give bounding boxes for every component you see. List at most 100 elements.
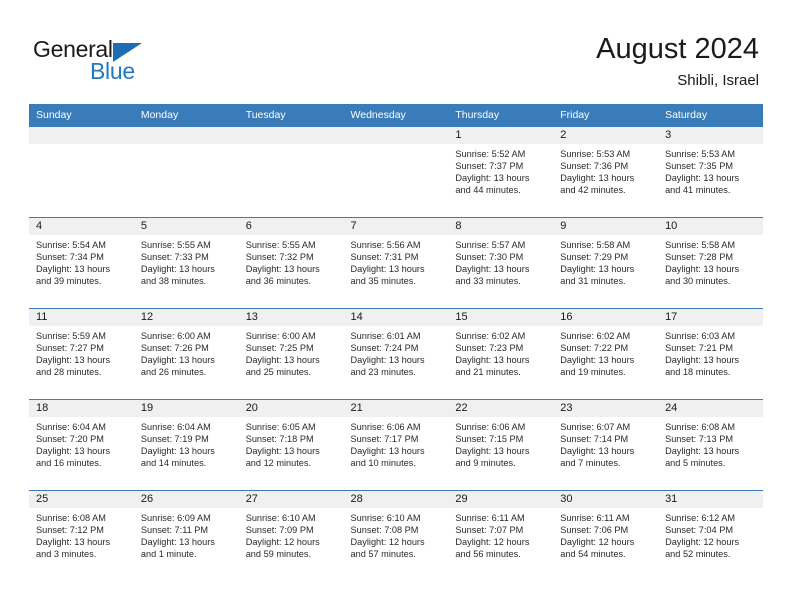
sunrise-text: Sunrise: 6:11 AM (560, 513, 630, 523)
calendar-day-cell[interactable]: 27 Sunrise: 6:10 AM Sunset: 7:09 PM Dayligh… (238, 490, 344, 581)
day-details: Sunrise: 6:09 AM Sunset: 7:11 PM Daylight:… (134, 508, 239, 560)
day-details: Sunrise: 6:04 AM Sunset: 7:19 PM Daylight:… (134, 417, 239, 469)
sunrise-text: Sunrise: 6:10 AM (350, 513, 421, 523)
sunset-text: Sunset: 7:23 PM (455, 343, 524, 354)
day-number: 17 (658, 309, 763, 326)
daylight-text-line1: Daylight: 13 hours (36, 264, 111, 275)
calendar-day-cell[interactable]: 10 Sunrise: 5:58 AM Sunset: 7:28 PM Dayligh… (658, 217, 763, 309)
sunset-text: Sunset: 7:34 PM (36, 252, 104, 263)
general-blue-logo[interactable]: General Blue (33, 36, 213, 86)
sunrise-text: Sunrise: 6:11 AM (455, 513, 525, 523)
calendar-day-cell[interactable]: 25 Sunrise: 6:08 AM Sunset: 7:12 PM Dayligh… (29, 490, 134, 581)
sunrise-text: Sunrise: 5:53 AM (560, 149, 631, 159)
daylight-text-line1: Daylight: 13 hours (140, 264, 215, 275)
calendar-day-cell[interactable]: 16 Sunrise: 6:02 AM Sunset: 7:22 PM Dayligh… (553, 308, 659, 400)
sunrise-text: Sunrise: 5:53 AM (665, 149, 736, 159)
daylight-text-line2: and 25 minutes. (245, 367, 312, 378)
daylight-text-line1: Daylight: 13 hours (350, 264, 425, 275)
sunset-text: Sunset: 7:35 PM (665, 161, 733, 172)
sunset-text: Sunset: 7:12 PM (36, 525, 104, 536)
daylight-text-line2: and 3 minutes. (36, 549, 97, 560)
day-number: 13 (238, 309, 344, 326)
sunrise-text: Sunrise: 6:01 AM (350, 331, 421, 341)
daylight-text-line1: Daylight: 13 hours (245, 355, 320, 366)
daylight-text-line2: and 54 minutes. (560, 549, 626, 560)
calendar-header-row: Sunday Monday Tuesday Wednesday Thursday… (29, 104, 763, 127)
calendar-day-cell[interactable]: 6 Sunrise: 5:55 AM Sunset: 7:32 PM Daylight… (238, 217, 344, 309)
sunrise-text: Sunrise: 5:55 AM (245, 240, 316, 250)
day-details: Sunrise: 6:12 AM Sunset: 7:04 PM Daylight:… (658, 508, 763, 560)
calendar-day-cell[interactable]: 5 Sunrise: 5:55 AM Sunset: 7:33 PM Daylight… (133, 217, 239, 309)
day-details: Sunrise: 6:00 AM Sunset: 7:25 PM Daylight:… (239, 326, 344, 378)
daylight-text-line1: Daylight: 12 hours (560, 537, 635, 548)
day-details: Sunrise: 6:07 AM Sunset: 7:14 PM Daylight:… (553, 417, 658, 469)
calendar-day-cell[interactable]: 12 Sunrise: 6:00 AM Sunset: 7:26 PM Dayligh… (133, 308, 239, 400)
calendar-day-cell[interactable]: 7 Sunrise: 5:56 AM Sunset: 7:31 PM Daylight… (343, 217, 449, 309)
sunrise-text: Sunrise: 5:56 AM (350, 240, 421, 250)
calendar-day-cell[interactable]: 4 Sunrise: 5:54 AM Sunset: 7:34 PM Daylight… (29, 217, 134, 309)
calendar-day-cell[interactable]: 30 Sunrise: 6:11 AM Sunset: 7:06 PM Dayligh… (553, 490, 659, 581)
daylight-text-line2: and 44 minutes. (455, 185, 521, 196)
day-details: Sunrise: 5:55 AM Sunset: 7:32 PM Daylight:… (239, 235, 344, 287)
calendar-day-cell[interactable]: 8 Sunrise: 5:57 AM Sunset: 7:30 PM Daylight… (448, 217, 554, 309)
calendar-day-cell[interactable]: 2 Sunrise: 5:53 AM Sunset: 7:36 PM Daylight… (553, 126, 659, 218)
sunset-text: Sunset: 7:29 PM (560, 252, 629, 263)
sunrise-text: Sunrise: 5:58 AM (665, 240, 736, 250)
weekday-header-saturday: Saturday (658, 104, 763, 127)
calendar-day-cell[interactable]: 9 Sunrise: 5:58 AM Sunset: 7:29 PM Daylight… (553, 217, 659, 309)
calendar-day-cell[interactable]: 21 Sunrise: 6:06 AM Sunset: 7:17 PM Dayligh… (343, 399, 449, 491)
calendar-day-cell[interactable]: 31 Sunrise: 6:12 AM Sunset: 7:04 PM Dayligh… (658, 490, 763, 581)
sunset-text: Sunset: 7:25 PM (245, 343, 314, 354)
day-number: 1 (448, 127, 554, 144)
calendar-day-cell[interactable]: 28 Sunrise: 6:10 AM Sunset: 7:08 PM Dayligh… (343, 490, 449, 581)
sunset-text: Sunset: 7:18 PM (245, 434, 314, 445)
day-number: 3 (658, 127, 763, 144)
day-details: Sunrise: 6:11 AM Sunset: 7:06 PM Daylight:… (553, 508, 658, 560)
daylight-text-line1: Daylight: 12 hours (665, 537, 740, 548)
daylight-text-line2: and 26 minutes. (140, 367, 207, 378)
sunset-text: Sunset: 7:13 PM (665, 434, 733, 445)
daylight-text-line1: Daylight: 12 hours (455, 537, 530, 548)
daylight-text-line2: and 1 minute. (140, 549, 197, 560)
calendar-day-cell[interactable]: 18 Sunrise: 6:04 AM Sunset: 7:20 PM Dayligh… (29, 399, 134, 491)
calendar-day-cell[interactable]: 19 Sunrise: 6:04 AM Sunset: 7:19 PM Dayligh… (133, 399, 239, 491)
sunrise-text: Sunrise: 6:02 AM (560, 331, 631, 341)
calendar-day-cell[interactable]: 23 Sunrise: 6:07 AM Sunset: 7:14 PM Dayligh… (553, 399, 659, 491)
calendar-day-cell[interactable]: 15 Sunrise: 6:02 AM Sunset: 7:23 PM Dayligh… (448, 308, 554, 400)
daylight-text-line2: and 42 minutes. (560, 185, 626, 196)
calendar-day-cell[interactable]: 11 Sunrise: 5:59 AM Sunset: 7:27 PM Dayligh… (29, 308, 134, 400)
daylight-text-line1: Daylight: 13 hours (560, 446, 635, 457)
calendar-day-cell[interactable]: 22 Sunrise: 6:06 AM Sunset: 7:15 PM Dayligh… (448, 399, 554, 491)
calendar-day-cell[interactable]: 13 Sunrise: 6:00 AM Sunset: 7:25 PM Dayligh… (238, 308, 344, 400)
calendar-day-cell[interactable]: 24 Sunrise: 6:08 AM Sunset: 7:13 PM Dayligh… (658, 399, 763, 491)
day-number (343, 127, 449, 144)
calendar-week-row: 1 Sunrise: 5:52 AM Sunset: 7:37 PM Daylight… (29, 126, 763, 218)
sunset-text: Sunset: 7:21 PM (665, 343, 733, 354)
calendar-day-cell[interactable]: 14 Sunrise: 6:01 AM Sunset: 7:24 PM Dayligh… (343, 308, 449, 400)
calendar-day-cell[interactable]: 26 Sunrise: 6:09 AM Sunset: 7:11 PM Dayligh… (133, 490, 239, 581)
sunrise-text: Sunrise: 6:04 AM (140, 422, 211, 432)
title-block: August 2024 Shibli, Israel (596, 31, 759, 91)
day-details: Sunrise: 6:06 AM Sunset: 7:15 PM Daylight:… (448, 417, 553, 469)
calendar-day-cell[interactable]: 1 Sunrise: 5:52 AM Sunset: 7:37 PM Daylight… (448, 126, 554, 218)
day-details: Sunrise: 6:02 AM Sunset: 7:22 PM Daylight:… (553, 326, 658, 378)
calendar-day-cell[interactable]: 20 Sunrise: 6:05 AM Sunset: 7:18 PM Dayligh… (238, 399, 344, 491)
day-number: 6 (238, 218, 344, 235)
day-number: 11 (29, 309, 134, 326)
day-number: 12 (133, 309, 239, 326)
calendar-day-cell[interactable]: 3 Sunrise: 5:53 AM Sunset: 7:35 PM Daylight… (658, 126, 763, 218)
day-details: Sunrise: 5:53 AM Sunset: 7:35 PM Daylight:… (658, 144, 763, 196)
day-number: 10 (658, 218, 763, 235)
daylight-text-line2: and 18 minutes. (665, 367, 731, 378)
calendar-day-cell[interactable]: 17 Sunrise: 6:03 AM Sunset: 7:21 PM Dayligh… (658, 308, 763, 400)
sunset-text: Sunset: 7:19 PM (140, 434, 209, 445)
sunset-text: Sunset: 7:27 PM (36, 343, 104, 354)
weekday-header-wednesday: Wednesday (343, 104, 449, 127)
calendar-day-cell[interactable]: 29 Sunrise: 6:11 AM Sunset: 7:07 PM Dayligh… (448, 490, 554, 581)
page-subtitle-location: Shibli, Israel (677, 72, 759, 89)
weekday-header-friday: Friday (553, 104, 659, 127)
day-number: 22 (448, 400, 554, 417)
daylight-text-line2: and 56 minutes. (455, 549, 521, 560)
day-details: Sunrise: 5:56 AM Sunset: 7:31 PM Daylight:… (344, 235, 449, 287)
daylight-text-line2: and 23 minutes. (350, 367, 416, 378)
